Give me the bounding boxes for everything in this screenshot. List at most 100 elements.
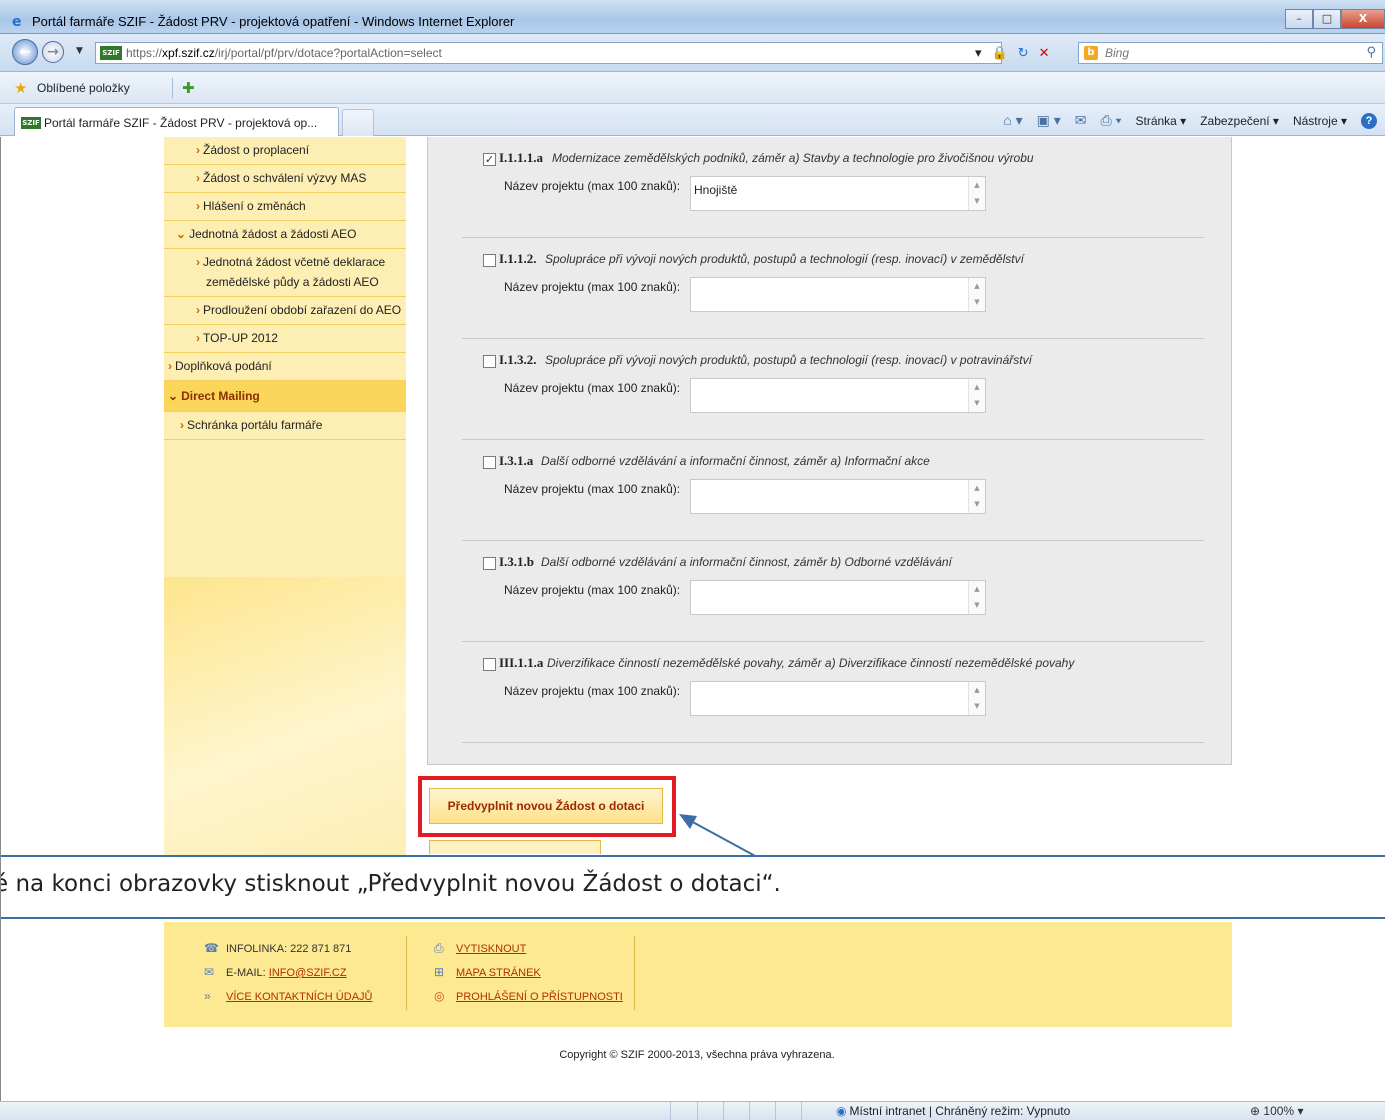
new-tab-button[interactable] — [342, 109, 374, 136]
project-name-label: Název projektu (max 100 znaků): — [504, 482, 681, 496]
feeds-icon[interactable]: ▣ ▾ — [1037, 112, 1061, 129]
url-input[interactable]: SZIF https://xpf.szif.cz/irj/portal/pf/p… — [95, 42, 1002, 64]
back-button[interactable]: ← — [12, 39, 38, 65]
sidebar-item-jednotna-zadost-group[interactable]: ⌄ Jednotná žádost a žádosti AEO — [164, 221, 406, 249]
option-checkbox[interactable]: ✓ — [483, 153, 496, 166]
footer-divider — [634, 936, 635, 1010]
add-favorite-icon[interactable]: ✚ — [182, 79, 195, 97]
option-checkbox[interactable] — [483, 254, 496, 267]
footer-print: ⎙ VYTISKNOUT — [434, 940, 623, 964]
option-row: I.3.1.a Další odborné vzdělávání a infor… — [462, 440, 1204, 541]
zoom-icon: ⊕ — [1250, 1104, 1261, 1118]
favorites-divider — [172, 78, 173, 98]
search-input[interactable]: b Bing ⚲ — [1078, 42, 1383, 64]
footer-accessibility: ◎ PROHLÁŠENÍ O PŘÍSTUPNOSTI — [434, 988, 623, 1012]
option-checkbox[interactable] — [483, 456, 496, 469]
sidebar-item-direct-mailing[interactable]: ⌄ Direct Mailing — [164, 381, 406, 412]
project-name-input[interactable]: ▲ ▼ — [690, 378, 986, 413]
forward-button[interactable]: → — [42, 41, 64, 63]
minimize-button[interactable]: – — [1285, 9, 1313, 29]
secondary-button-partial[interactable] — [429, 840, 601, 854]
option-description: Spolupráce při vývoji nových produktů, p… — [545, 252, 1024, 266]
sidebar-item-proplaceni[interactable]: › Žádost o proplacení — [164, 137, 406, 165]
copyright-text: Copyright © SZIF 2000-2013, všechna práv… — [559, 1049, 835, 1061]
project-name-label: Název projektu (max 100 znaků): — [504, 280, 681, 294]
phone-icon: ☎ — [204, 941, 219, 955]
search-icon[interactable]: ⚲ — [1366, 45, 1376, 60]
option-checkbox[interactable] — [483, 355, 496, 368]
caption-text: é na konci obrazovky stisknout „Předvypl… — [1, 871, 781, 897]
double-arrow-icon: » — [204, 989, 211, 1003]
footer-infoline: ☎ INFOLINKA: 222 871 871 — [204, 941, 352, 955]
sidebar-item-jednotna-zadost[interactable]: › Jednotná žádost včetně deklarace zeměděl… — [164, 249, 406, 297]
refresh-icon[interactable]: ↻ — [1018, 46, 1029, 61]
textarea-scrollbar[interactable]: ▲ ▼ — [968, 177, 985, 210]
intranet-globe-icon: ◉ — [836, 1104, 847, 1118]
footer-more-contacts: » VÍCE KONTAKTNÍCH ÚDAJŮ — [204, 988, 372, 1012]
project-name-input[interactable]: Hnojiště ▲ ▼ — [690, 176, 986, 211]
prefill-new-application-button[interactable]: Předvyplnit novou Žádost o dotaci — [429, 788, 663, 824]
project-name-label: Název projektu (max 100 znaků): — [504, 583, 681, 597]
maximize-button[interactable]: □ — [1313, 9, 1341, 29]
tools-menu[interactable]: Nástroje ▾ — [1293, 114, 1347, 128]
more-contacts-link[interactable]: VÍCE KONTAKTNÍCH ÚDAJŮ — [226, 991, 372, 1003]
option-checkbox[interactable] — [483, 658, 496, 671]
textarea-scrollbar[interactable]: ▲ ▼ — [968, 278, 985, 311]
textarea-scrollbar[interactable]: ▲ ▼ — [968, 581, 985, 614]
annotation-arrow-head — [679, 814, 697, 829]
page-menu[interactable]: Stránka ▾ — [1135, 114, 1186, 128]
safety-menu[interactable]: Zabezpečení ▾ — [1200, 114, 1279, 128]
option-code: I.3.1.b — [499, 554, 535, 569]
mail-icon[interactable]: ✉ — [1075, 112, 1087, 129]
option-code: I.1.3.2. — [499, 352, 537, 367]
site-favicon-icon: SZIF — [100, 46, 122, 60]
sitemap-link[interactable]: MAPA STRÁNEK — [456, 967, 541, 979]
close-button[interactable]: X — [1341, 9, 1385, 29]
url-actions: ▾ 🔒 ↻ ✕ — [975, 46, 1050, 61]
printer-icon: ⎙ — [434, 941, 444, 955]
project-name-input[interactable]: ▲ ▼ — [690, 580, 986, 615]
email-link[interactable]: INFO@SZIF.CZ — [269, 967, 347, 979]
project-name-input[interactable]: ▲ ▼ — [690, 681, 986, 716]
stop-icon[interactable]: ✕ — [1039, 46, 1050, 61]
security-zone[interactable]: ◉ Místní intranet | Chráněný režim: Vypnu… — [836, 1104, 1070, 1118]
favorites-star-icon[interactable]: ★ — [14, 79, 27, 97]
sidebar-item-schranka[interactable]: › Schránka portálu farmáře — [164, 412, 406, 440]
textarea-scrollbar[interactable]: ▲ ▼ — [968, 379, 985, 412]
option-description: Spolupráce při vývoji nových produktů, p… — [545, 353, 1032, 367]
print-icon[interactable]: ⎙ ▾ — [1101, 112, 1122, 129]
sidebar-item-vyzva-mas[interactable]: › Žádost o schválení výzvy MAS — [164, 165, 406, 193]
sidebar-item-prodlouzeni-aeo[interactable]: › Prodloužení období zařazení do AEO — [164, 297, 406, 325]
project-name-input[interactable]: ▲ ▼ — [690, 277, 986, 312]
home-icon[interactable]: ⌂ ▾ — [1003, 112, 1022, 129]
help-icon[interactable]: ? — [1361, 112, 1377, 129]
textarea-scrollbar[interactable]: ▲ ▼ — [968, 682, 985, 715]
sidebar-item-hlaseni[interactable]: › Hlášení o změnách — [164, 193, 406, 221]
tab-favicon-icon: SZIF — [21, 117, 41, 129]
accessibility-link[interactable]: PROHLÁŠENÍ O PŘÍSTUPNOSTI — [456, 991, 623, 1003]
status-divider — [697, 1102, 698, 1120]
lifebuoy-icon: ◎ — [434, 989, 445, 1003]
status-divider — [801, 1102, 802, 1120]
status-divider — [775, 1102, 776, 1120]
option-row: I.3.1.b Další odborné vzdělávání a infor… — [462, 541, 1204, 642]
option-description: Modernizace zemědělských podniků, záměr … — [552, 151, 1034, 165]
url-dropdown-icon[interactable]: ▾ — [975, 46, 982, 61]
tab-szif[interactable]: SZIF Portál farmáře SZIF - Žádost PRV - … — [14, 107, 339, 136]
measures-panel: ✓ I.1.1.1.a Modernizace zemědělských pod… — [427, 137, 1232, 765]
print-link[interactable]: VYTISKNOUT — [456, 943, 526, 955]
favorites-button[interactable]: Oblíbené položky — [37, 81, 130, 95]
textarea-scrollbar[interactable]: ▲ ▼ — [968, 480, 985, 513]
lock-icon[interactable]: 🔒 — [992, 46, 1008, 61]
sidebar-item-top-up[interactable]: › TOP-UP 2012 — [164, 325, 406, 353]
footer-tools: ⎙ VYTISKNOUT ⊞ MAPA STRÁNEK ◎ PROHLÁŠENÍ O … — [434, 940, 623, 1012]
project-name-input[interactable]: ▲ ▼ — [690, 479, 986, 514]
footer-contacts: ☎ INFOLINKA: 222 871 871 ✉ E-MAIL: INFO@SZ… — [204, 940, 372, 1012]
sidebar-item-doplnkova-podani[interactable]: › Doplňková podání — [164, 353, 406, 381]
status-divider — [723, 1102, 724, 1120]
option-checkbox[interactable] — [483, 557, 496, 570]
zoom-level[interactable]: ⊕ 100% ▾ — [1250, 1104, 1303, 1118]
history-dropdown-icon[interactable]: ▼ — [76, 46, 83, 56]
project-name-label: Název projektu (max 100 znaků): — [504, 684, 681, 698]
option-code: III.1.1.a — [499, 655, 544, 670]
